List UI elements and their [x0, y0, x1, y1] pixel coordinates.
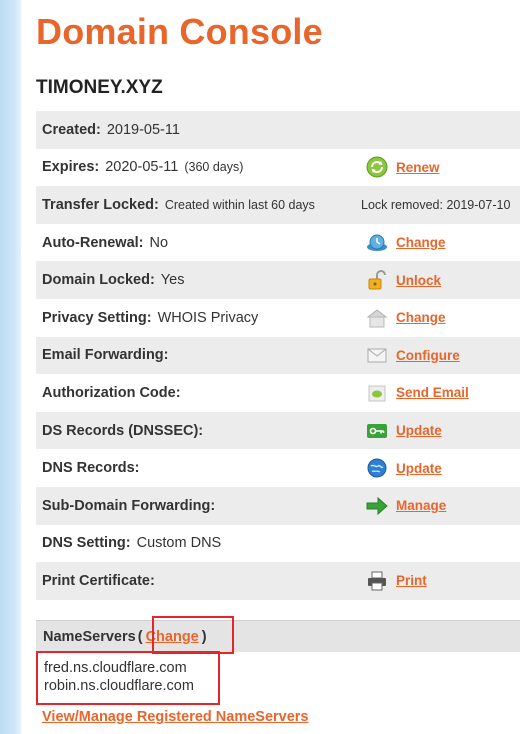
privacy-setting-value: WHOIS Privacy: [157, 309, 259, 326]
page-title: Domain Console: [36, 11, 323, 52]
lock-removed-text: Lock removed: 2019-07-10: [361, 197, 511, 212]
auto-renewal-change-action[interactable]: Change: [366, 232, 446, 254]
dns-records-label: DNS Records:: [42, 460, 140, 477]
nameservers-open-paren: (: [137, 628, 143, 645]
dns-setting-label: DNS Setting: Custom DNS: [42, 535, 222, 552]
authorization-send-email-action[interactable]: Send Email: [366, 382, 469, 404]
sub-domain-manage-action[interactable]: Manage: [366, 495, 446, 517]
domain-console-panel: Domain Console TIMONEY.XYZ Created: 2019-…: [21, 0, 520, 734]
row-email-forwarding: Email Forwarding: Configure: [36, 336, 520, 375]
authorization-code-label: Authorization Code:: [42, 384, 181, 401]
domain-locked-label: Domain Locked: Yes: [42, 272, 185, 289]
row-privacy-setting: Privacy Setting: WHOIS Privacy Change: [36, 299, 520, 337]
privacy-change-link[interactable]: Change: [396, 310, 446, 325]
transfer-locked-note: Created within last 60 days: [164, 197, 315, 212]
key-icon: [367, 423, 387, 438]
renew-icon: [366, 156, 388, 178]
row-transfer-locked: Transfer Locked: Created within last 60 d…: [36, 186, 520, 224]
unlock-link[interactable]: Unlock: [396, 273, 441, 288]
row-dns-setting: DNS Setting: Custom DNS: [36, 525, 520, 563]
nameservers-header: NameServers ( Change ): [36, 616, 520, 654]
transfer-locked-label: Transfer Locked: Created within last 60 d…: [42, 196, 315, 213]
row-expires: Expires: 2020-05-11 (360 days) Renew: [36, 149, 520, 187]
email-send-icon: [368, 385, 386, 402]
print-certificate-action[interactable]: Print: [366, 570, 427, 592]
row-authorization-code: Authorization Code: Send Email: [36, 374, 520, 412]
privacy-setting-label: Privacy Setting: WHOIS Privacy: [42, 309, 259, 326]
print-certificate-link[interactable]: Print: [396, 573, 427, 588]
renew-link[interactable]: Renew: [396, 160, 440, 175]
ds-records-update-link[interactable]: Update: [396, 423, 442, 438]
row-sub-domain-forwarding: Sub-Domain Forwarding: Manage: [36, 486, 520, 525]
domain-name: TIMONEY.XYZ: [36, 77, 163, 98]
view-manage-nameservers-link[interactable]: View/Manage Registered NameServers: [42, 709, 309, 725]
created-label: Created: 2019-05-11: [42, 121, 180, 138]
nameserver-item: robin.ns.cloudflare.com: [44, 678, 194, 694]
padlock-icon: [368, 270, 386, 290]
sub-domain-manage-link[interactable]: Manage: [396, 498, 446, 513]
row-ds-records: DS Records (DNSSEC): Update: [36, 411, 520, 450]
ds-records-label: DS Records (DNSSEC):: [42, 422, 204, 439]
auto-renewal-change-link[interactable]: Change: [396, 235, 446, 250]
email-forwarding-configure-action[interactable]: Configure: [366, 344, 460, 366]
globe-icon: [367, 458, 387, 478]
auto-renewal-label: Auto-Renewal: No: [42, 234, 169, 251]
sub-domain-forwarding-label: Sub-Domain Forwarding:: [42, 497, 216, 514]
nameserver-item: fred.ns.cloudflare.com: [44, 660, 187, 676]
envelope-icon: [367, 348, 387, 363]
nameservers-label: NameServers: [43, 628, 136, 645]
row-dns-records: DNS Records: Update: [36, 449, 520, 487]
created-value: 2019-05-11: [106, 121, 180, 138]
unlock-action[interactable]: Unlock: [366, 269, 441, 291]
renew-action[interactable]: Renew: [366, 156, 440, 178]
printer-icon: [368, 571, 386, 591]
row-print-certificate: Print Certificate: Print: [36, 562, 520, 600]
ds-records-update-action[interactable]: Update: [366, 420, 442, 442]
domain-locked-value: Yes: [160, 272, 185, 289]
nameservers-list: fred.ns.cloudflare.com robin.ns.cloudfla…: [36, 651, 220, 705]
dns-records-update-action[interactable]: Update: [366, 457, 442, 479]
clock-icon: [367, 234, 387, 251]
expires-days-note: (360 days): [184, 160, 244, 175]
expires-label: Expires: 2020-05-11 (360 days): [42, 159, 244, 176]
arrow-right-icon: [366, 496, 388, 515]
left-sidebar: [0, 0, 21, 734]
house-icon: [366, 309, 388, 328]
auto-renewal-value: No: [149, 234, 169, 251]
authorization-send-email-link[interactable]: Send Email: [396, 385, 469, 400]
lock-removed-info: Lock removed: 2019-07-10: [361, 198, 510, 212]
domain-details-table: Created: 2019-05-11 Expires: 2020-05-11 (36…: [36, 111, 520, 600]
email-forwarding-label: Email Forwarding:: [42, 347, 169, 364]
row-created: Created: 2019-05-11: [36, 111, 520, 149]
dns-records-update-link[interactable]: Update: [396, 461, 442, 476]
row-domain-locked: Domain Locked: Yes Unlock: [36, 261, 520, 299]
email-forwarding-configure-link[interactable]: Configure: [396, 348, 460, 363]
expires-value: 2020-05-11: [105, 159, 179, 176]
dns-setting-value: Custom DNS: [136, 535, 222, 552]
privacy-change-action[interactable]: Change: [366, 307, 446, 329]
change-highlight-box: [152, 616, 234, 654]
print-certificate-label: Print Certificate:: [42, 572, 155, 589]
row-auto-renewal: Auto-Renewal: No Change: [36, 224, 520, 262]
